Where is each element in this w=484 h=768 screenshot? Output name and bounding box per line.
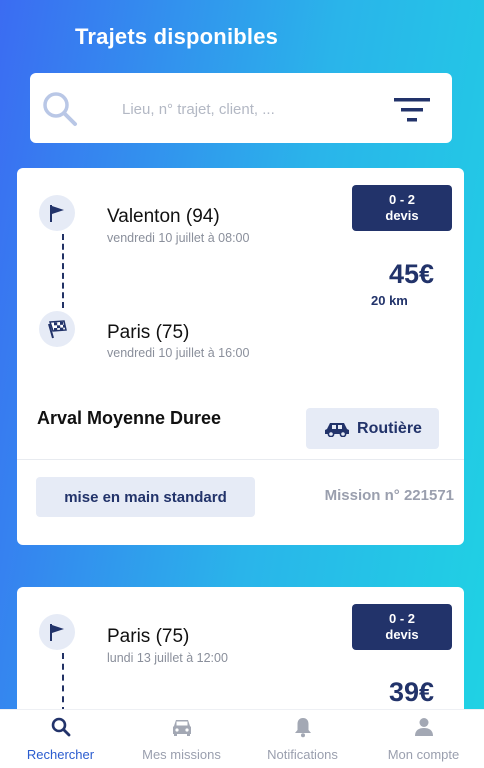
- destination-checkered-flag-icon: [39, 311, 75, 347]
- origin-flag-icon: [39, 195, 75, 231]
- page-title: Trajets disponibles: [75, 24, 279, 49]
- devis-label: devis: [385, 208, 419, 223]
- bottom-nav: Rechercher Mes missions Notifications Mo…: [0, 709, 484, 768]
- bell-icon: [294, 718, 311, 738]
- filter-icon[interactable]: [394, 95, 430, 125]
- nav-label: Notifications: [267, 747, 338, 762]
- search-bar: [30, 73, 452, 143]
- origin-date: lundi 13 juillet à 12:00: [107, 651, 228, 665]
- nav-label: Mes missions: [142, 747, 221, 762]
- trip-card[interactable]: Valenton (94) vendredi 10 juillet à 08:0…: [17, 168, 464, 545]
- nav-item-mes-missions[interactable]: Mes missions: [121, 710, 242, 768]
- transport-type-badge: Routière: [306, 408, 439, 449]
- search-input[interactable]: [122, 96, 382, 122]
- trip-price: 45€: [388, 259, 434, 289]
- nav-label: Mon compte: [387, 747, 460, 762]
- search-icon: [43, 92, 77, 126]
- car-icon: [172, 720, 191, 736]
- route-line: [62, 653, 64, 713]
- car-icon: [325, 422, 350, 437]
- devis-badge: 0 - 2 devis: [352, 604, 452, 650]
- user-icon: [414, 718, 433, 736]
- trip-distance: 20 km: [371, 293, 408, 308]
- origin-city: Valenton (94): [107, 206, 220, 227]
- origin-city: Paris (75): [107, 626, 190, 647]
- search-icon: [51, 717, 70, 737]
- transport-type-label: Routière: [357, 419, 422, 437]
- devis-label: devis: [385, 627, 419, 642]
- destination-city: Paris (75): [107, 322, 190, 343]
- service-badge: mise en main standard: [36, 477, 255, 517]
- devis-range: 0 - 2: [388, 611, 415, 626]
- nav-item-rechercher[interactable]: Rechercher: [0, 710, 121, 768]
- origin-flag-icon: [39, 614, 75, 650]
- devis-badge: 0 - 2 devis: [352, 185, 452, 231]
- divider: [17, 459, 464, 460]
- destination-date: vendredi 10 juillet à 16:00: [107, 346, 250, 360]
- nav-item-mon-compte[interactable]: Mon compte: [363, 710, 484, 768]
- route-line: [62, 234, 64, 308]
- nav-item-notifications[interactable]: Notifications: [242, 710, 363, 768]
- nav-label: Rechercher: [26, 747, 95, 762]
- trip-price: 39€: [388, 677, 434, 707]
- mission-number: Mission n° 221571: [324, 487, 454, 504]
- client-name: Arval Moyenne Duree: [37, 408, 222, 428]
- origin-date: vendredi 10 juillet à 08:00: [107, 231, 250, 245]
- devis-range: 0 - 2: [388, 192, 415, 207]
